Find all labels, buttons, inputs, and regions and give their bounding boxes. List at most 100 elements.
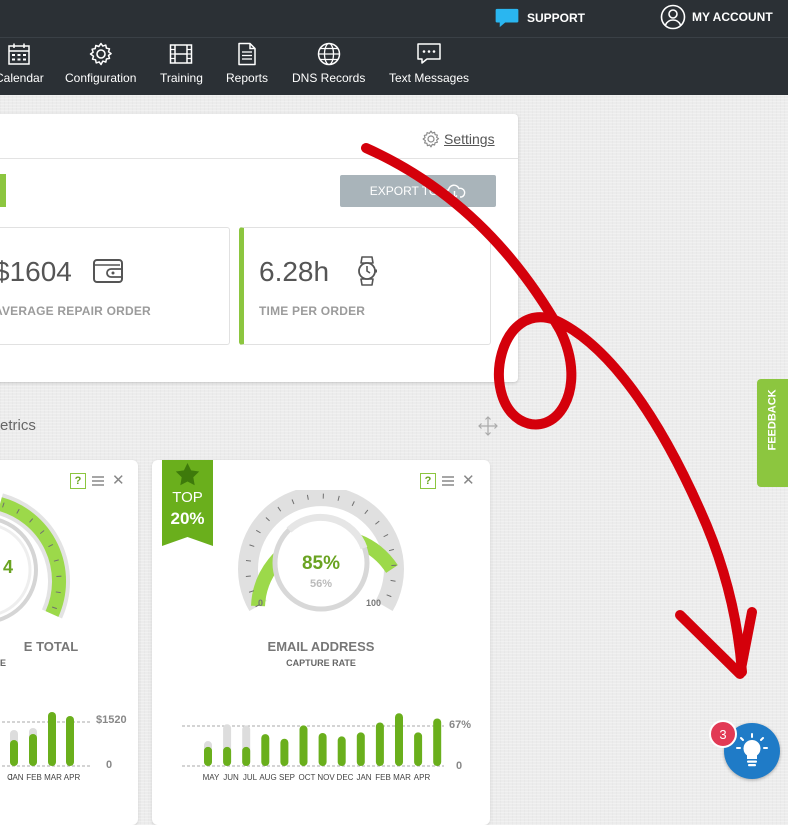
nav-training[interactable]: Training bbox=[160, 42, 203, 92]
gauge-max: 100 bbox=[366, 598, 382, 608]
support-link[interactable]: SUPPORT bbox=[494, 6, 585, 30]
gear-icon bbox=[89, 42, 112, 66]
bar bbox=[356, 732, 365, 766]
history-bar-chart bbox=[0, 712, 92, 767]
gauge-min: 0 bbox=[258, 598, 264, 608]
axis-min-label: 0 bbox=[456, 760, 463, 772]
metric-card-total: ? ✕ 4 E TOTAL E $1520 0 C JAN FEB MAR AP… bbox=[0, 460, 138, 825]
menu-icon[interactable] bbox=[442, 476, 454, 486]
stat-card-average-repair-order: $1604 AVERAGE REPAIR ORDER bbox=[0, 227, 230, 345]
export-label: EXPORT TO bbox=[369, 184, 439, 198]
my-account-link[interactable]: MY ACCOUNT bbox=[660, 4, 773, 30]
month-label: AUG bbox=[259, 773, 277, 782]
nav-calendar[interactable]: Calendar bbox=[0, 42, 44, 92]
close-icon[interactable]: ✕ bbox=[462, 473, 475, 488]
axis-min-label: 0 bbox=[106, 759, 113, 771]
metric-subtitle: CAPTURE RATE bbox=[286, 658, 356, 668]
gauge-value: 85% bbox=[301, 553, 341, 574]
month-label: JUN bbox=[223, 773, 239, 782]
date-range-button[interactable] bbox=[0, 174, 6, 207]
bar bbox=[414, 732, 423, 766]
history-bar-chart bbox=[182, 713, 444, 767]
notification-badge[interactable]: 3 bbox=[709, 720, 737, 748]
top-bar: SUPPORT MY ACCOUNT bbox=[0, 0, 788, 37]
film-icon bbox=[170, 44, 193, 64]
month-label: FEB bbox=[375, 773, 391, 782]
lightbulb-icon bbox=[736, 733, 768, 767]
nav-text-messages[interactable]: Text Messages bbox=[389, 42, 469, 92]
wallet-icon bbox=[93, 259, 123, 283]
close-icon[interactable]: ✕ bbox=[112, 473, 125, 488]
help-icon[interactable]: ? bbox=[70, 473, 86, 489]
metric-title: EMAIL ADDRESS bbox=[267, 639, 375, 654]
ribbon-label: TOP bbox=[172, 489, 203, 506]
feedback-tab[interactable]: FEEDBACK bbox=[757, 379, 788, 487]
move-icon[interactable] bbox=[478, 416, 498, 436]
stat-label: TIME PER ORDER bbox=[259, 304, 366, 318]
bar bbox=[261, 734, 270, 766]
gauge-target: 56% bbox=[309, 578, 333, 590]
bar bbox=[433, 718, 442, 766]
export-button[interactable]: EXPORT TO bbox=[340, 175, 496, 207]
bar bbox=[318, 732, 327, 766]
ribbon-percent: 20% bbox=[170, 509, 205, 528]
settings-label: Settings bbox=[444, 131, 495, 147]
feedback-label: FEEDBACK bbox=[766, 389, 779, 451]
support-label: SUPPORT bbox=[527, 11, 586, 25]
summary-panel: Settings EXPORT TO $1604 AVERAGE REPAIR … bbox=[0, 114, 518, 382]
svg-text:4: 4 bbox=[3, 557, 13, 577]
month-label: NOV bbox=[317, 773, 335, 782]
nav-label: Reports bbox=[226, 71, 269, 85]
axis-max-label: 67% bbox=[449, 719, 472, 731]
bar bbox=[242, 746, 251, 766]
bar bbox=[223, 746, 232, 766]
nav-label: Training bbox=[160, 71, 203, 85]
help-icon[interactable]: ? bbox=[420, 473, 436, 489]
menu-icon[interactable] bbox=[92, 476, 104, 486]
nav-configuration[interactable]: Configuration bbox=[65, 42, 136, 92]
metric-title: E TOTAL bbox=[23, 639, 79, 654]
bar bbox=[395, 713, 403, 766]
stat-value: 6.28h bbox=[259, 256, 330, 287]
calendar-icon bbox=[8, 43, 31, 65]
month-label: FEB bbox=[26, 773, 42, 782]
nav-dns-records[interactable]: DNS Records bbox=[292, 42, 365, 92]
axis-max-label: $1520 bbox=[96, 714, 127, 726]
nav-label: Calendar bbox=[0, 71, 44, 85]
user-icon bbox=[660, 4, 686, 30]
account-label: MY ACCOUNT bbox=[692, 10, 773, 24]
bar bbox=[204, 746, 212, 766]
main-nav: Calendar Configuration Training Reports bbox=[0, 37, 788, 95]
month-label: OCT bbox=[298, 773, 316, 782]
month-label: JAN bbox=[356, 773, 372, 782]
stat-value: $1604 bbox=[0, 256, 72, 287]
settings-link[interactable]: Settings bbox=[422, 130, 495, 148]
month-label: MAY bbox=[202, 773, 220, 782]
metric-subtitle: E bbox=[0, 658, 6, 668]
chat-bubble-icon bbox=[495, 8, 519, 28]
card-tools: ? ✕ bbox=[70, 473, 125, 489]
nav-label: Configuration bbox=[65, 71, 137, 85]
document-icon bbox=[238, 42, 256, 66]
gauge: 4 bbox=[0, 493, 70, 622]
card-tools: ? ✕ bbox=[420, 473, 475, 489]
stat-card-time-per-order: 6.28h TIME PER ORDER bbox=[239, 227, 491, 345]
month-label: JAN bbox=[8, 773, 24, 782]
bar bbox=[375, 722, 384, 766]
month-label: DEC bbox=[336, 773, 354, 782]
month-label: MAR bbox=[393, 773, 411, 782]
month-label: SEP bbox=[278, 773, 295, 782]
panel-divider bbox=[0, 158, 518, 159]
bar bbox=[299, 725, 308, 766]
cloud-download-icon bbox=[444, 184, 466, 199]
nav-label: DNS Records bbox=[292, 71, 366, 85]
metric-card-email-address: TOP 20% ? ✕ 85% 56% 0 100 EMAIL ADDRESS … bbox=[152, 460, 490, 825]
watch-icon bbox=[358, 256, 377, 286]
metrics-section-title: etrics bbox=[0, 417, 36, 434]
month-label: MAR bbox=[44, 773, 62, 782]
globe-icon bbox=[317, 42, 340, 66]
month-label: APR bbox=[63, 773, 81, 782]
stat-label: AVERAGE REPAIR ORDER bbox=[0, 304, 151, 318]
month-label: APR bbox=[413, 773, 431, 782]
nav-reports[interactable]: Reports bbox=[226, 42, 268, 92]
